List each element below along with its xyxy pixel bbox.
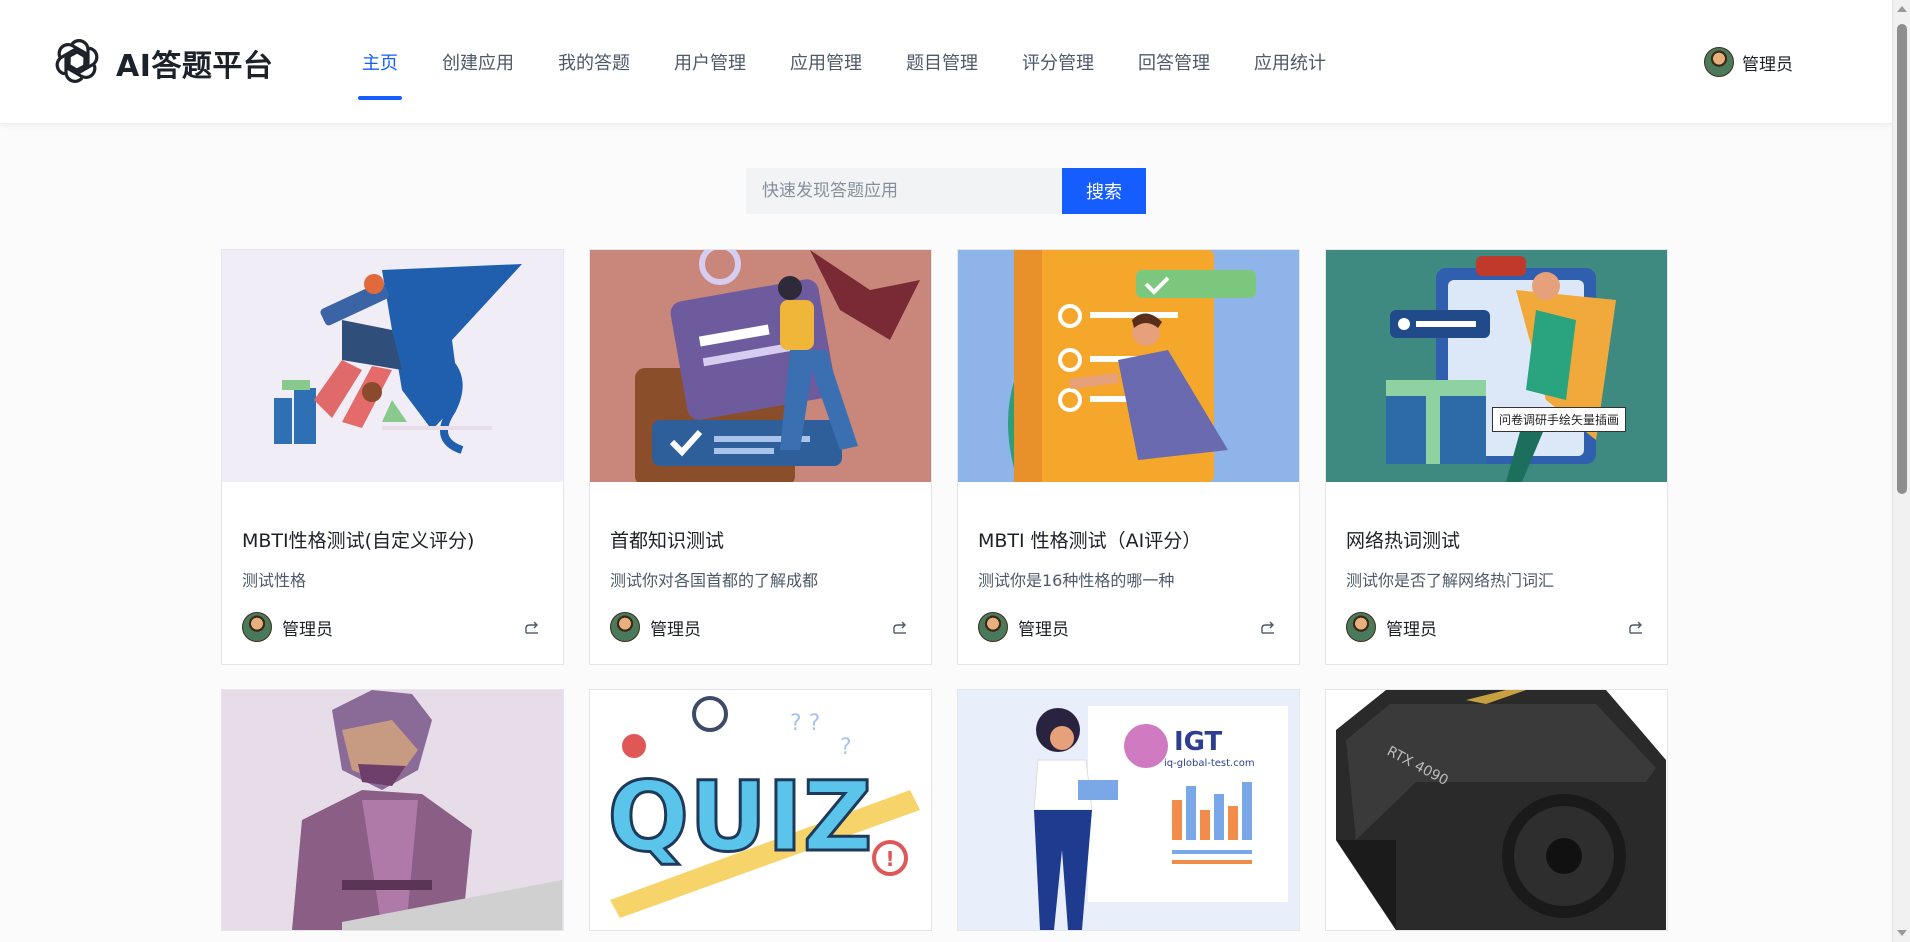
scroll-up-arrow-icon[interactable]: [1897, 6, 1907, 12]
author-avatar: [610, 612, 640, 642]
card-author: 管理员: [282, 619, 333, 640]
card-description: 测试性格: [242, 571, 307, 590]
low-poly-man-illustration-icon: [292, 690, 562, 930]
scrollbar-thumb[interactable]: [1897, 24, 1907, 494]
card-cover: [958, 250, 1299, 482]
card-cover: RTX 4090: [1326, 690, 1667, 930]
card-description: 测试你对各国首都的了解成都: [610, 571, 819, 590]
card-description: 测试你是否了解网络热门词汇: [1346, 571, 1555, 590]
avatar: [1704, 47, 1734, 77]
user-menu[interactable]: 管理员: [1704, 47, 1793, 77]
scroll-down-arrow-icon[interactable]: [1897, 930, 1907, 936]
svg-text:!: !: [885, 847, 894, 871]
share-icon[interactable]: [889, 616, 911, 638]
top-navbar: AI答题平台 主页 创建应用 我的答题 用户管理 应用管理 题目管理 评分管理 …: [0, 0, 1892, 124]
brand[interactable]: AI答题平台: [52, 36, 273, 90]
nav-item-scoring-management[interactable]: 评分管理: [1000, 0, 1116, 124]
app-title: AI答题平台: [116, 49, 274, 84]
card-title: 首都知识测试: [610, 530, 725, 552]
app-card[interactable]: 问卷调研手绘矢量插画 网络热词测试 测试你是否了解网络热门词汇 管理员: [1325, 249, 1668, 665]
card-cover: ! QUIZ ? ? ?: [590, 690, 931, 930]
card-description: 测试你是16种性格的哪一种: [978, 571, 1175, 590]
person-writing-illustration-icon: [274, 264, 522, 454]
user-name: 管理员: [1742, 54, 1793, 75]
card-author: 管理员: [1386, 619, 1437, 640]
wallet-checklist-illustration-icon: [635, 250, 920, 482]
nav-item-question-management[interactable]: 题目管理: [884, 0, 1000, 124]
openai-logo-icon: [52, 36, 102, 90]
cover-caption: 问卷调研手绘矢量插画: [1492, 407, 1627, 432]
app-card[interactable]: 首都知识测试 测试你对各国首都的了解成都 管理员: [589, 249, 932, 665]
nav-item-app-statistics[interactable]: 应用统计: [1232, 0, 1348, 124]
author-avatar: [242, 612, 272, 642]
quiz-illustration-icon: ! QUIZ ? ? ?: [606, 696, 920, 918]
main-nav: 主页 创建应用 我的答题 用户管理 应用管理 题目管理 评分管理 回答管理 应用…: [340, 0, 1348, 124]
nav-item-user-management[interactable]: 用户管理: [652, 0, 768, 124]
nav-item-home[interactable]: 主页: [340, 0, 420, 124]
app-card[interactable]: RTX 4090: [1325, 689, 1668, 931]
app-card[interactable]: MBTI 性格测试（AI评分） 测试你是16种性格的哪一种 管理员: [957, 249, 1300, 665]
search-button[interactable]: 搜索: [1062, 168, 1146, 214]
page-scrollbar[interactable]: [1892, 0, 1910, 942]
share-icon[interactable]: [1625, 616, 1647, 638]
igt-logo-text: IGT: [1174, 727, 1223, 757]
checklist-illustration-icon: [1008, 250, 1256, 482]
quiz-text: QUIZ: [608, 761, 873, 873]
app-card[interactable]: [221, 689, 564, 931]
card-title: 网络热词测试: [1346, 530, 1461, 552]
iq-test-illustration-icon: IGT iq-global-test.com: [1033, 706, 1288, 930]
svg-text:? ?: ? ?: [790, 711, 820, 736]
card-cover: [222, 690, 563, 930]
app-card[interactable]: IGT iq-global-test.com: [957, 689, 1300, 931]
card-cover: 问卷调研手绘矢量插画: [1326, 250, 1667, 482]
card-title: MBTI性格测试(自定义评分): [242, 530, 475, 552]
card-cover: [222, 250, 563, 482]
nav-item-answer-management[interactable]: 回答管理: [1116, 0, 1232, 124]
share-icon[interactable]: [521, 616, 543, 638]
survey-illustration-icon: [1386, 256, 1616, 482]
card-author: 管理员: [1018, 619, 1069, 640]
author-avatar: [1346, 612, 1376, 642]
app-card[interactable]: ! QUIZ ? ? ?: [589, 689, 932, 931]
app-card[interactable]: MBTI性格测试(自定义评分) 测试性格 管理员: [221, 249, 564, 665]
author-avatar: [978, 612, 1008, 642]
share-icon[interactable]: [1257, 616, 1279, 638]
graphics-card-image-icon: RTX 4090: [1336, 690, 1666, 930]
search-bar: 搜索: [746, 168, 1146, 214]
svg-text:?: ?: [840, 735, 852, 760]
search-input[interactable]: [746, 168, 1062, 214]
card-cover: IGT iq-global-test.com: [958, 690, 1299, 930]
nav-item-my-answers[interactable]: 我的答题: [536, 0, 652, 124]
card-author: 管理员: [650, 619, 701, 640]
igt-url-text: iq-global-test.com: [1164, 758, 1255, 769]
card-title: MBTI 性格测试（AI评分）: [978, 530, 1202, 552]
nav-item-app-management[interactable]: 应用管理: [768, 0, 884, 124]
card-cover: [590, 250, 931, 482]
nav-item-create-app[interactable]: 创建应用: [420, 0, 536, 124]
